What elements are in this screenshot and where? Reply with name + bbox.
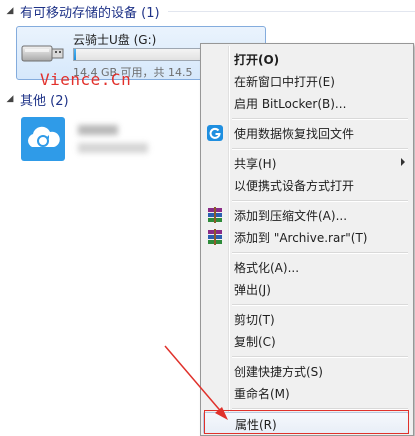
annotation-arrow-icon — [164, 345, 228, 420]
